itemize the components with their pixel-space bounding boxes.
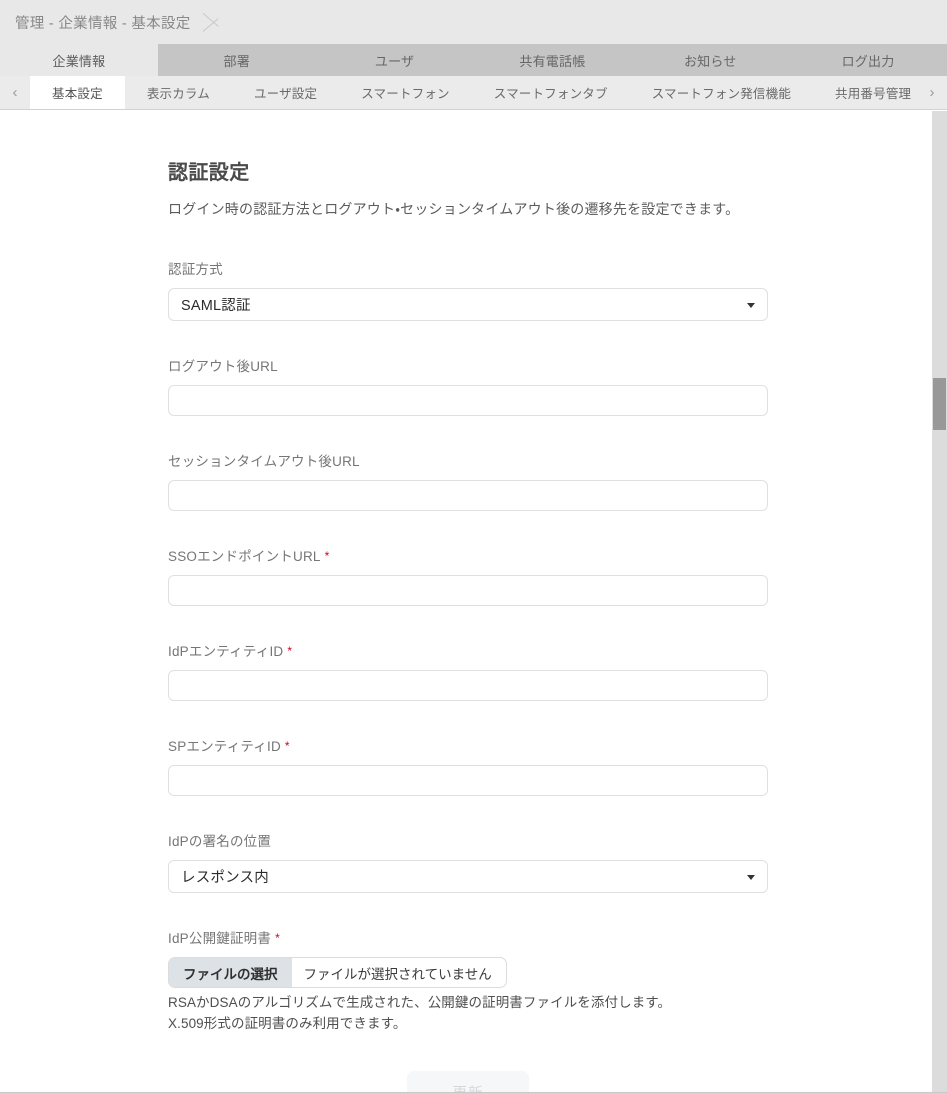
secondary-tab-smartphone[interactable]: スマートフォン (339, 76, 472, 109)
primary-tab-shared-phonebook[interactable]: 共有電話帳 (473, 44, 632, 76)
auth-method-select[interactable]: SAML認証 (168, 288, 768, 321)
logout-url-input[interactable] (168, 385, 768, 416)
required-marker: * (275, 931, 280, 945)
field-auth-method: 認証方式 SAML認証 (168, 258, 780, 321)
primary-tab-label: ログ出力 (841, 53, 895, 69)
submit-row: 更新 (168, 1070, 768, 1092)
required-marker: * (287, 644, 293, 658)
field-sp-entity-id: SPエンティティID * (168, 735, 780, 796)
auth-method-select-wrap: SAML認証 (168, 288, 768, 321)
field-label-text: IdP公開鍵証明書 (168, 931, 272, 946)
field-label-text: IdPエンティティID (168, 644, 284, 659)
field-idp-entity-id: IdPエンティティID * (168, 640, 780, 701)
idp-signature-location-select-wrap: レスポンス内 (168, 860, 768, 893)
content-area: 認証設定 ログイン時の認証方法とログアウト・セッションタイムアウト後の遷移先を設… (0, 110, 947, 1092)
secondary-tab-label: 共用番号管理 (835, 87, 912, 101)
idp-signature-location-select[interactable]: レスポンス内 (168, 860, 768, 893)
field-label-text: SPエンティティID (168, 739, 281, 754)
chevron-left-icon[interactable]: ‹ (0, 76, 30, 109)
sp-entity-id-input[interactable] (168, 765, 768, 796)
secondary-tab-smartphone-tab[interactable]: スマートフォンタブ (472, 76, 630, 109)
secondary-tab-label: スマートフォン (361, 87, 450, 101)
secondary-tab-display-columns[interactable]: 表示カラム (125, 76, 232, 109)
secondary-tab-bar: ‹ 基本設定 表示カラム ユーザ設定 スマートフォン スマートフォンタブ スマー… (0, 76, 947, 110)
idp-signature-location-value: レスポンス内 (181, 870, 269, 886)
field-label-idp-signature-location: IdPの署名の位置 (168, 834, 272, 849)
secondary-tab-smartphone-calling[interactable]: スマートフォン発信機能 (630, 76, 813, 109)
update-button[interactable]: 更新 (407, 1070, 529, 1092)
field-label-auth-method: 認証方式 (168, 262, 223, 277)
chevron-right-icon[interactable]: › (917, 76, 947, 109)
secondary-tab-user-settings[interactable]: ユーザ設定 (232, 76, 339, 109)
application-window: 管理 - 企業情報 - 基本設定 企業情報 部署 ユーザ 共有電話帳 お知らせ … (0, 0, 947, 1093)
idp-entity-id-input[interactable] (168, 670, 768, 701)
chevron-right-icon (201, 0, 227, 44)
file-status-label: ファイルが選択されていません (303, 966, 492, 982)
field-idp-signature-location: IdPの署名の位置 レスポンス内 (168, 830, 780, 893)
help-line-2: X.509形式の証明書のみ利用できます。 (168, 1015, 407, 1031)
help-line-1: RSAかDSAのアルゴリズムで生成された、公開鍵の証明書ファイルを添付します。 (168, 995, 672, 1010)
primary-tab-company-info[interactable]: 企業情報 (0, 44, 158, 76)
secondary-tab-label: 表示カラム (146, 87, 210, 101)
field-label-sp-entity-id: SPエンティティID * (168, 735, 780, 755)
secondary-tab-label: 基本設定 (52, 87, 103, 101)
vertical-scrollbar[interactable] (932, 111, 947, 1092)
secondary-tab-strip: 基本設定 表示カラム ユーザ設定 スマートフォン スマートフォンタブ スマートフ… (30, 76, 947, 109)
session-timeout-url-input[interactable] (168, 480, 768, 511)
required-marker: * (284, 739, 290, 753)
idp-certificate-help: RSAかDSAのアルゴリズムで生成された、公開鍵の証明書ファイルを添付します。 … (168, 993, 780, 1035)
secondary-tab-label: スマートフォン発信機能 (651, 87, 792, 101)
page-title: 認証設定 (168, 162, 250, 184)
primary-tab-label: 部署 (223, 53, 250, 69)
primary-tab-label: お知らせ (683, 53, 737, 69)
field-label-sso-endpoint-url: SSOエンドポイントURL * (168, 545, 780, 565)
scrollbar-thumb[interactable] (933, 378, 946, 430)
field-label-idp-certificate: IdP公開鍵証明書 * (168, 927, 780, 947)
primary-tab-log-export[interactable]: ログ出力 (789, 44, 947, 76)
settings-form: 認証設定 ログイン時の認証方法とログアウト・セッションタイムアウト後の遷移先を設… (0, 110, 780, 1092)
breadcrumb: 管理 - 企業情報 - 基本設定 (15, 15, 191, 32)
primary-tab-label: 企業情報 (52, 53, 106, 69)
sso-endpoint-url-input[interactable] (168, 575, 768, 606)
primary-tab-label: ユーザ (374, 53, 415, 69)
field-logout-url: ログアウト後URL (168, 355, 780, 416)
secondary-tab-label: スマートフォンタブ (493, 87, 608, 101)
auth-method-value: SAML認証 (181, 298, 251, 314)
primary-tab-label: 共有電話帳 (519, 53, 586, 69)
field-label-logout-url: ログアウト後URL (168, 359, 278, 374)
field-session-timeout-url: セッションタイムアウト後URL (168, 450, 780, 511)
field-idp-certificate: IdP公開鍵証明書 * ファイルの選択 ファイルが選択されていません RSAかDS… (168, 927, 780, 1035)
required-marker: * (324, 549, 330, 563)
secondary-tab-shared-number[interactable]: 共用番号管理 (813, 76, 933, 109)
secondary-tab-basic-settings[interactable]: 基本設定 (30, 76, 125, 109)
choose-file-button[interactable]: ファイルの選択 (169, 958, 292, 987)
page-description: ログイン時の認証方法とログアウト・セッションタイムアウト後の遷移先を設定できます… (168, 201, 740, 217)
primary-tab-department[interactable]: 部署 (157, 44, 316, 76)
field-sso-endpoint-url: SSOエンドポイントURL * (168, 545, 780, 606)
breadcrumb-bar: 管理 - 企業情報 - 基本設定 (0, 0, 947, 44)
primary-tab-bar: 企業情報 部署 ユーザ 共有電話帳 お知らせ ログ出力 (0, 44, 947, 76)
field-label-session-timeout-url: セッションタイムアウト後URL (168, 454, 360, 469)
idp-certificate-file-input[interactable]: ファイルの選択 ファイルが選択されていません (168, 957, 507, 988)
primary-tab-user[interactable]: ユーザ (315, 44, 474, 76)
secondary-tab-label: ユーザ設定 (253, 87, 318, 101)
primary-tab-notice[interactable]: お知らせ (631, 44, 790, 76)
field-label-text: SSOエンドポイントURL (168, 549, 321, 564)
field-label-idp-entity-id: IdPエンティティID * (168, 640, 780, 660)
